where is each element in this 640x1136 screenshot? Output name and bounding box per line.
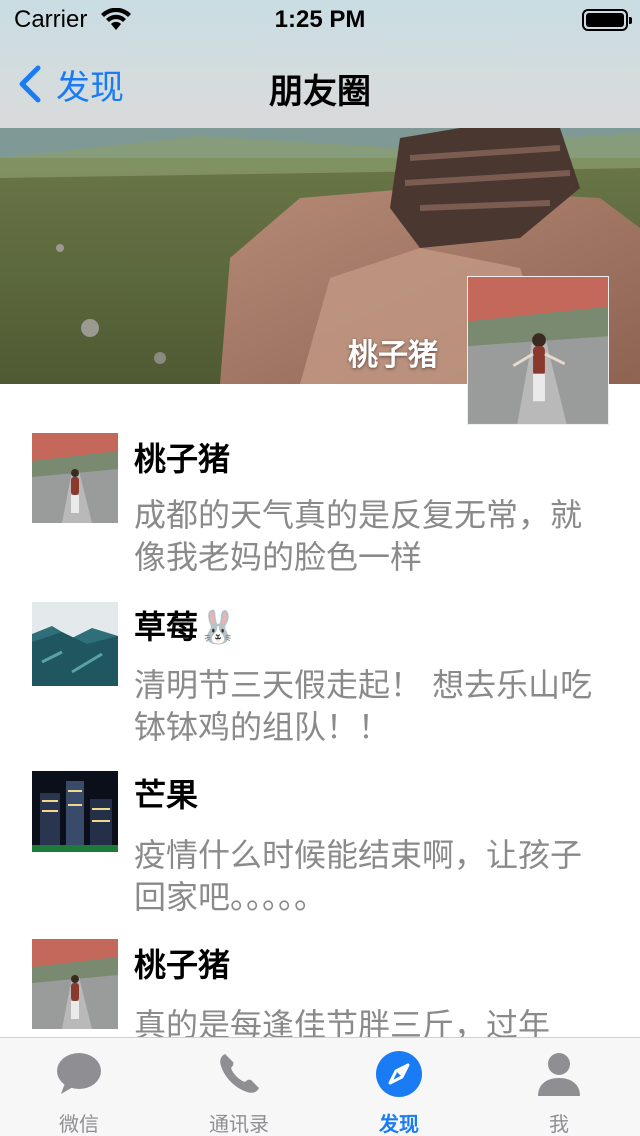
feed-post[interactable]: 桃子猪 真的是每逢佳节胖三斤，过年 xyxy=(0,894,640,1037)
user-avatar[interactable] xyxy=(32,602,118,686)
feed-post[interactable]: 草莓🐰 清明节三天假走起！ 想去乐山吃钵钵鸡的组队！！ xyxy=(0,554,640,746)
post-author[interactable]: 桃子猪 xyxy=(134,434,230,480)
profile-avatar[interactable] xyxy=(467,276,609,425)
cover-username: 桃子猪 xyxy=(348,338,438,373)
user-avatar[interactable] xyxy=(32,939,118,1029)
page-title: 朋友圈 xyxy=(269,72,371,112)
user-avatar[interactable] xyxy=(32,433,118,523)
status-bar: Carrier 1:25 PM xyxy=(0,0,640,40)
tab-wechat[interactable]: 微信 xyxy=(19,1038,139,1136)
top-bar: Carrier 1:25 PM 发现 朋友圈 xyxy=(0,0,640,128)
tab-label: 发现 xyxy=(379,1112,419,1136)
navigation-bar: 发现 朋友圈 xyxy=(0,40,640,128)
user-avatar[interactable] xyxy=(32,771,118,852)
battery-icon xyxy=(582,9,632,31)
tab-discover[interactable]: 发现 xyxy=(339,1038,459,1136)
moments-feed[interactable]: 桃子猪 成都的天气真的是反复无常，就像我老妈的脸色一样 草莓🐰 清明节三天假走起… xyxy=(0,384,640,1037)
post-text: 真的是每逢佳节胖三斤，过年 xyxy=(134,1006,551,1037)
tab-label: 通讯录 xyxy=(209,1112,269,1136)
tab-label: 我 xyxy=(549,1112,569,1136)
post-author[interactable]: 草莓🐰 xyxy=(134,602,238,648)
post-author[interactable]: 桃子猪 xyxy=(134,940,230,986)
compass-icon xyxy=(376,1051,422,1097)
tab-label: 微信 xyxy=(59,1112,99,1136)
tab-bar: 微信 通讯录 发现 我 xyxy=(0,1037,640,1136)
chat-bubble-icon xyxy=(57,1053,101,1094)
tab-me[interactable]: 我 xyxy=(499,1038,619,1136)
phone-icon xyxy=(220,1054,259,1093)
person-icon xyxy=(538,1053,580,1096)
feed-post[interactable]: 芒果 疫情什么时候能结束啊，让孩子回家吧。。。。。 xyxy=(0,724,640,916)
clock: 1:25 PM xyxy=(274,6,366,33)
post-author[interactable]: 芒果 xyxy=(134,770,198,816)
tab-contacts[interactable]: 通讯录 xyxy=(179,1038,299,1136)
